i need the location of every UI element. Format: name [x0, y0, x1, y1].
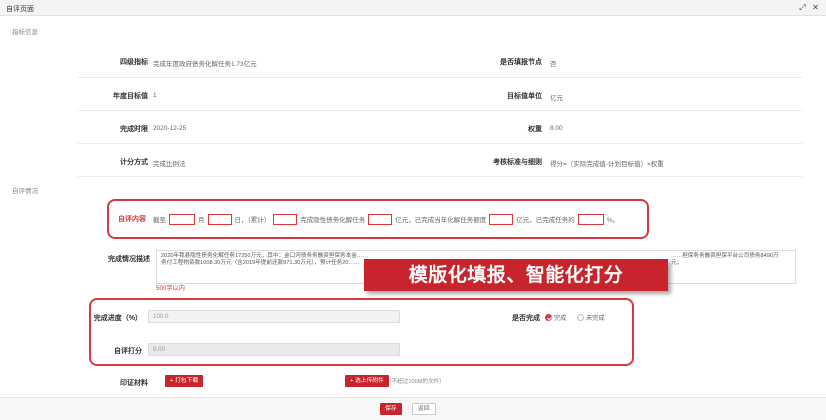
upload-attachment-button[interactable]: + 选上传附件 [345, 375, 389, 387]
back-button[interactable]: 返回 [412, 403, 436, 415]
char-limit-note: 500字以内 [156, 285, 185, 292]
fill-text: %。 [606, 217, 620, 224]
radio-unchecked-icon [577, 314, 584, 321]
self-content-row: 自评内容 截至 月 日，（累计） 完成隐性债务化解任务 亿元，已完成当年化解任务… [118, 213, 619, 225]
fill-text: 截至 [153, 217, 166, 224]
percent-blank-input[interactable] [577, 213, 604, 225]
debt-task-blank-input[interactable] [368, 213, 393, 225]
feature-banner: 模版化填报、智能化打分 [364, 259, 668, 291]
weight-value: 8.00 [550, 125, 563, 132]
radio-label: 完成 [554, 315, 567, 322]
is-milestone-label: 是否填报节点 [500, 59, 542, 66]
completion-desc-label: 完成情况描述 [108, 256, 150, 263]
expand-icon[interactable]: ⤢ [798, 3, 807, 12]
evidence-label: 印证材料 [120, 380, 148, 387]
quota-blank-input[interactable] [489, 213, 514, 225]
radio-checked-icon [545, 314, 552, 321]
annual-target-value: 1 [153, 92, 157, 99]
fill-text: 日，（累计） [234, 217, 271, 224]
fill-text: 亿元，已完成当年化解任务额度 [395, 217, 487, 224]
divider [78, 110, 802, 111]
scoring-method-label: 计分方式 [120, 159, 148, 166]
is-complete-label: 是否完成 [512, 315, 540, 322]
indicator-name-value: 完成年度政府债务化解任务1.73亿元 [153, 61, 257, 68]
completion-time-value: 2020-12-25 [153, 125, 187, 132]
package-download-button[interactable]: + 打包下载 [165, 375, 204, 387]
self-score-input: 8.00 [148, 343, 400, 356]
save-button[interactable]: 保存 [380, 403, 402, 415]
radio-incomplete[interactable]: 未完成 [577, 313, 605, 322]
divider [78, 176, 802, 177]
window-title: 自评页面 [6, 6, 34, 13]
fill-text: 月 [198, 217, 205, 224]
target-unit-label: 目标值单位 [507, 93, 542, 100]
section-self-eval: 自评情况 [12, 188, 38, 195]
annual-target-label: 年度目标值 [113, 93, 148, 100]
radio-complete[interactable]: 完成 [545, 313, 566, 322]
fill-text: 完成隐性债务化解任务 [300, 217, 366, 224]
is-milestone-value: 否 [550, 61, 557, 68]
day-blank-input[interactable] [207, 213, 232, 225]
footer-bar: 保存 返回 [0, 397, 826, 420]
window-titlebar: 自评页面 ⤢ ✕ [0, 0, 826, 16]
radio-label: 未完成 [586, 315, 605, 322]
desc-line-right: ……担保务务融资担保平台公司债务8490万元； [671, 253, 779, 267]
weight-label: 权重 [528, 126, 542, 133]
progress-input[interactable]: 100.0 [148, 310, 400, 323]
month-blank-input[interactable] [169, 213, 195, 225]
self-score-label: 自评打分 [114, 348, 142, 355]
close-icon[interactable]: ✕ [811, 3, 820, 12]
scoring-rule-value: 得分=（实际完成值-计划目标值）×权重 [550, 161, 664, 168]
upload-hint: （不超过100M的文件） [386, 379, 445, 385]
scoring-rule-label: 考核标准与细则 [493, 159, 542, 166]
progress-label: 完成进度（%） [93, 315, 142, 322]
scoring-method-value: 完成比例法 [153, 161, 186, 168]
completion-time-label: 完成时限 [120, 126, 148, 133]
fill-text: 亿元，已完成任务的 [516, 217, 575, 224]
section-indicator-info: 指标信息 [12, 29, 38, 36]
divider [78, 77, 802, 78]
cumulative-blank-input[interactable] [273, 213, 298, 225]
divider [78, 143, 802, 144]
self-content-label: 自评内容 [118, 216, 146, 223]
indicator-name-label: 四级指标 [120, 59, 148, 66]
target-unit-value: 亿元 [550, 95, 563, 102]
